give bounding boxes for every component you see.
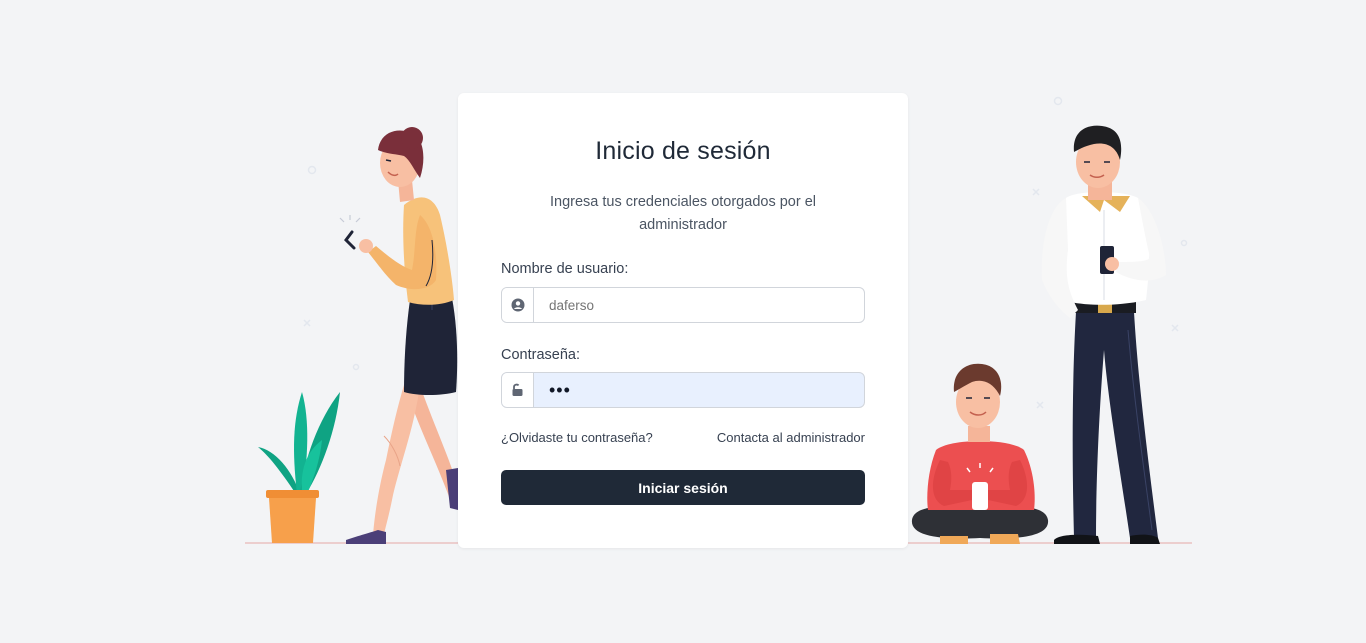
password-field: ••• xyxy=(501,372,865,408)
username-field xyxy=(501,287,865,323)
potted-plant-illustration xyxy=(258,392,340,543)
sitting-boy-illustration xyxy=(911,363,1049,544)
password-input[interactable]: ••• xyxy=(534,373,864,407)
username-label: Nombre de usuario: xyxy=(501,261,629,277)
standing-man-illustration xyxy=(1041,125,1166,544)
login-subtitle: Ingresa tus credenciales otorgados por e… xyxy=(550,194,816,233)
page-title: Inicio de sesión xyxy=(595,137,771,165)
contact-admin-link[interactable]: Contacta al administrador xyxy=(717,430,865,445)
login-card: Inicio de sesión Ingresa tus credenciale… xyxy=(458,93,908,548)
user-circle-icon xyxy=(502,288,534,322)
forgot-password-link[interactable]: ¿Olvidaste tu contraseña? xyxy=(501,430,653,445)
username-input[interactable] xyxy=(534,288,864,322)
woman-with-phone-illustration xyxy=(339,127,460,544)
auth-links: ¿Olvidaste tu contraseña? Contacta al ad… xyxy=(501,430,865,445)
password-label: Contraseña: xyxy=(501,347,580,363)
login-button[interactable]: Iniciar sesión xyxy=(501,470,865,505)
unlock-icon xyxy=(502,373,534,407)
